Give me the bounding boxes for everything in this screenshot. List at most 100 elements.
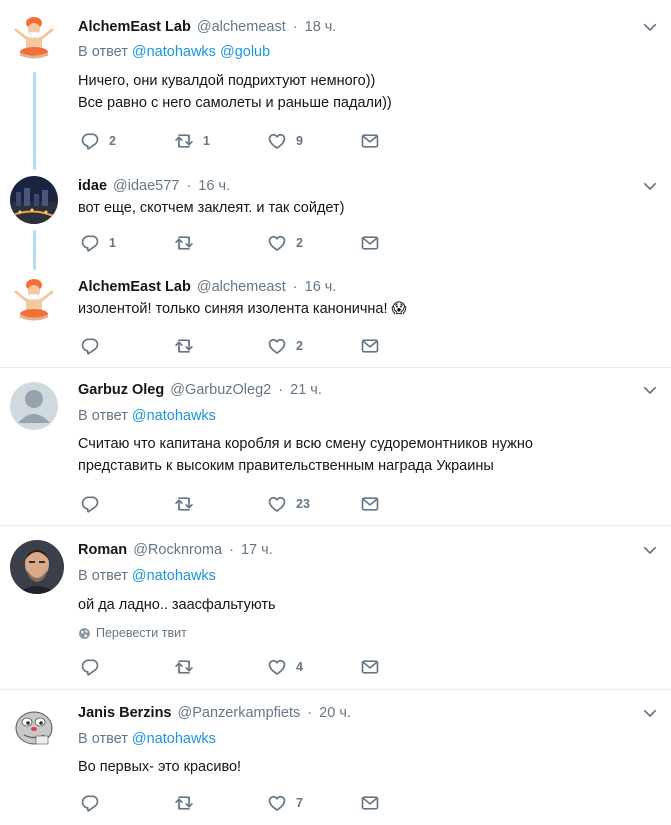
avatar[interactable] [10, 382, 58, 430]
retweet-button[interactable] [174, 336, 203, 356]
timestamp[interactable]: 17 ч. [241, 542, 273, 558]
reply-button[interactable] [80, 657, 109, 677]
direct-message-button[interactable] [360, 336, 380, 356]
reply-button[interactable] [80, 494, 109, 514]
like-icon [267, 494, 287, 514]
tweet-text-line: Считаю что капитана коробля и всю смену … [78, 436, 533, 452]
like-count: 23 [296, 497, 310, 511]
display-name[interactable]: Janis Berzins [78, 705, 172, 721]
display-name[interactable]: Roman [78, 542, 127, 558]
mention-link[interactable]: @natohawks [132, 44, 216, 60]
retweet-button[interactable] [174, 494, 203, 514]
timestamp[interactable]: 16 ч. [198, 178, 230, 194]
chevron-down-icon[interactable] [641, 18, 659, 36]
direct-message-button[interactable] [360, 233, 380, 253]
retweet-icon [174, 657, 194, 677]
action-bar: 4 [80, 657, 400, 677]
thread-line [33, 230, 36, 270]
chevron-down-icon[interactable] [641, 541, 659, 559]
tweet-text-line: изолентой! только синяя изолента канонич… [78, 301, 388, 317]
timestamp[interactable]: 20 ч. [319, 705, 351, 721]
user-handle[interactable]: @alchemeast [197, 279, 286, 295]
reply-button[interactable] [80, 793, 109, 813]
direct-message-icon [360, 131, 380, 151]
timestamp[interactable]: 18 ч. [305, 19, 337, 35]
user-handle[interactable]: @alchemeast [197, 19, 286, 35]
mention-link[interactable]: @natohawks [132, 731, 216, 747]
direct-message-button[interactable] [360, 131, 380, 151]
avatar[interactable] [10, 14, 58, 62]
tweet-header: Garbuz Oleg @GarbuzOleg2 · 21 ч. [78, 381, 322, 399]
reply-prefix: В ответ [78, 44, 128, 60]
separator-dot: · [307, 705, 313, 721]
display-name[interactable]: AlchemEast Lab [78, 279, 191, 295]
display-name[interactable]: AlchemEast Lab [78, 19, 191, 35]
chevron-down-icon[interactable] [641, 381, 659, 399]
retweet-icon [174, 233, 194, 253]
avatar[interactable] [10, 276, 58, 324]
direct-message-icon [360, 233, 380, 253]
user-handle[interactable]: @Rocknroma [133, 542, 222, 558]
avatar[interactable] [10, 540, 64, 594]
action-bar: 2 [80, 336, 400, 356]
tweet-6[interactable]: Janis Berzins @Panzerkampfiets · 20 ч. В… [0, 690, 671, 825]
tweet-header: AlchemEast Lab @alchemeast · 16 ч. [78, 278, 336, 296]
avatar[interactable] [10, 176, 58, 224]
retweet-button[interactable] [174, 233, 203, 253]
like-count: 2 [296, 236, 303, 250]
tweet-text: изолентой! только синяя изолента канонич… [78, 298, 407, 320]
retweet-button[interactable]: 1 [174, 131, 210, 151]
reply-button[interactable]: 2 [80, 131, 116, 151]
translate-tweet-link[interactable]: Перевести твит [78, 626, 187, 640]
user-handle[interactable]: @idae577 [113, 178, 179, 194]
reply-button[interactable]: 1 [80, 233, 116, 253]
chevron-down-icon[interactable] [641, 704, 659, 722]
chevron-down-icon[interactable] [641, 177, 659, 195]
tweet-3[interactable]: AlchemEast Lab @alchemeast · 16 ч. изоле… [0, 270, 671, 368]
thread-line [33, 72, 36, 170]
timestamp[interactable]: 21 ч. [290, 382, 322, 398]
direct-message-button[interactable] [360, 657, 380, 677]
separator-dot: · [278, 382, 284, 398]
like-button[interactable]: 9 [267, 131, 303, 151]
tweet-text-line: представить к высоким правительственным … [78, 458, 494, 474]
separator-dot: · [229, 542, 234, 558]
direct-message-button[interactable] [360, 494, 380, 514]
tweet-1[interactable]: AlchemEast Lab @alchemeast · 18 ч. В отв… [0, 0, 671, 170]
tweet-text: Во первых- это красиво! [78, 756, 241, 778]
like-button[interactable]: 4 [267, 657, 303, 677]
tweet-5[interactable]: Roman @Rocknroma · 17 ч. В ответ @natoha… [0, 526, 671, 690]
like-count: 7 [296, 796, 303, 810]
display-name[interactable]: idae [78, 178, 107, 194]
tweet-2[interactable]: idae @idae577 · 16 ч. вот еще, скотчем з… [0, 168, 671, 270]
reply-icon [80, 131, 100, 151]
like-button[interactable]: 2 [267, 336, 303, 356]
timestamp[interactable]: 16 ч. [305, 279, 337, 295]
retweet-button[interactable] [174, 657, 203, 677]
display-name[interactable]: Garbuz Oleg [78, 382, 164, 398]
reply-button[interactable] [80, 336, 109, 356]
man-portrait-avatar-image [10, 540, 64, 594]
like-button[interactable]: 2 [267, 233, 303, 253]
mention-link[interactable]: @natohawks [132, 408, 216, 424]
guru-avatar-image [10, 276, 58, 324]
mention-link[interactable]: @golub [220, 44, 270, 60]
reply-icon [80, 233, 100, 253]
mention-link[interactable]: @natohawks [132, 568, 216, 584]
like-button[interactable]: 23 [267, 494, 310, 514]
direct-message-button[interactable] [360, 793, 380, 813]
retweet-icon [174, 131, 194, 151]
avatar[interactable] [10, 702, 58, 750]
reply-prefix: В ответ [78, 408, 128, 424]
like-icon [267, 233, 287, 253]
tweet-text-line: Во первых- это красиво! [78, 759, 242, 775]
retweet-button[interactable] [174, 793, 203, 813]
user-handle[interactable]: @Panzerkampfiets [178, 705, 301, 721]
reply-count: 1 [109, 236, 116, 250]
user-handle[interactable]: @GarbuzOleg2 [170, 382, 271, 398]
direct-message-icon [360, 336, 380, 356]
like-button[interactable]: 7 [267, 793, 303, 813]
default-avatar-image [10, 382, 58, 430]
tweet-text: ой да ладно.. заасфальтують [78, 594, 276, 616]
tweet-4[interactable]: Garbuz Oleg @GarbuzOleg2 · 21 ч. В ответ… [0, 368, 671, 526]
